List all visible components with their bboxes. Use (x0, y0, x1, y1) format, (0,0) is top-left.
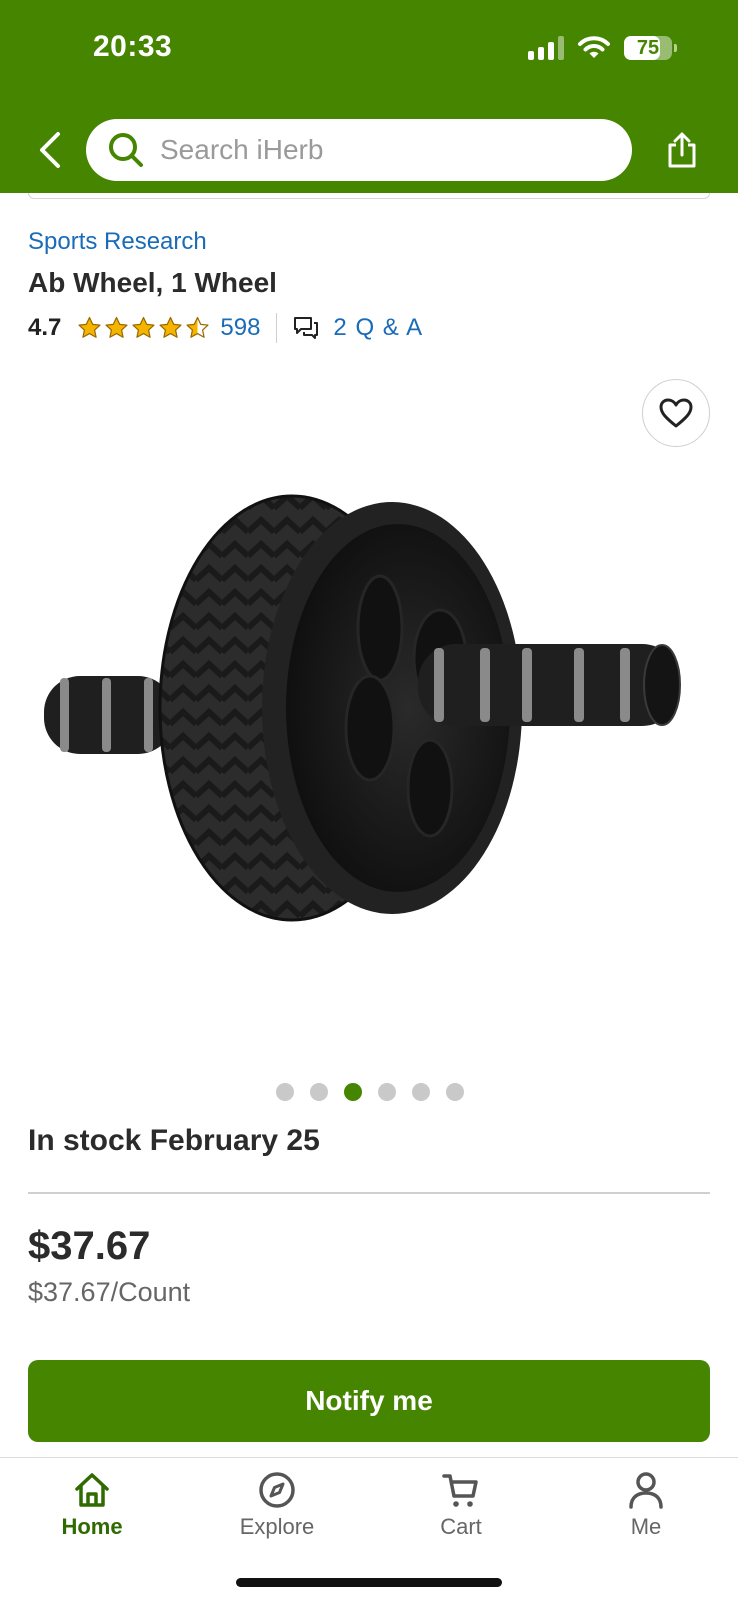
image-pagination[interactable] (0, 1083, 738, 1101)
rating-value: 4.7 (28, 314, 62, 341)
rating-row: 4.7 598 2 Q & A (28, 312, 423, 344)
search-icon (109, 133, 143, 167)
sheet-edge (28, 193, 710, 199)
cart-icon (442, 1474, 478, 1507)
share-icon (668, 132, 696, 168)
tab-label: Me (630, 1514, 662, 1539)
person-icon (629, 1472, 663, 1509)
favorite-button[interactable] (642, 379, 710, 447)
heart-icon (659, 398, 693, 428)
page-dot-active[interactable] (344, 1083, 362, 1101)
search-input[interactable]: Search iHerb (86, 119, 632, 181)
page-dot[interactable] (446, 1083, 464, 1101)
back-button[interactable] (30, 126, 70, 174)
star-icon (78, 316, 101, 338)
home-indicator (236, 1578, 502, 1587)
cellular-signal-icon (528, 36, 564, 60)
app-header: 20:33 75 Search iHerb (0, 0, 738, 193)
tab-label: Explore (239, 1514, 315, 1539)
divider (28, 1192, 710, 1194)
left-handle (44, 676, 174, 754)
tab-cart[interactable]: Cart (391, 1470, 531, 1540)
notify-me-button[interactable]: Notify me (28, 1360, 710, 1442)
price: $37.67 (28, 1224, 151, 1268)
brand-link[interactable]: Sports Research (28, 228, 207, 256)
stock-status: In stock February 25 (28, 1124, 320, 1157)
tab-home[interactable]: Home (22, 1470, 162, 1540)
tab-label: Cart (440, 1514, 482, 1539)
status-time: 20:33 (93, 30, 173, 63)
star-icon (159, 316, 182, 338)
search-placeholder: Search iHerb (160, 134, 324, 165)
star-icon (105, 316, 128, 338)
tab-me[interactable]: Me (576, 1470, 716, 1540)
product-image[interactable] (40, 488, 700, 934)
status-icons: 75 (528, 36, 677, 60)
unit-price: $37.67/Count (28, 1277, 191, 1307)
page-dot[interactable] (276, 1083, 294, 1101)
chat-bubbles-icon (293, 316, 319, 340)
product-title: Ab Wheel, 1 Wheel (28, 267, 277, 298)
compass-icon (259, 1472, 295, 1508)
half-star-icon (186, 316, 209, 338)
back-arrow-icon (40, 132, 60, 168)
tab-label: Home (61, 1514, 123, 1539)
home-icon (75, 1473, 109, 1507)
page-dot[interactable] (378, 1083, 396, 1101)
page-dot[interactable] (412, 1083, 430, 1101)
page-dot[interactable] (310, 1083, 328, 1101)
right-handle (418, 644, 681, 726)
battery-level: 75 (636, 37, 660, 59)
share-button[interactable] (662, 127, 702, 173)
wifi-icon (578, 36, 610, 58)
battery-icon: 75 (624, 36, 677, 60)
star-rating[interactable] (77, 316, 210, 341)
tab-explore[interactable]: Explore (207, 1470, 347, 1540)
review-count-link[interactable]: 598 (220, 314, 260, 342)
divider (276, 313, 278, 343)
qa-link[interactable]: 2 Q & A (333, 314, 423, 342)
star-icon (132, 316, 155, 338)
